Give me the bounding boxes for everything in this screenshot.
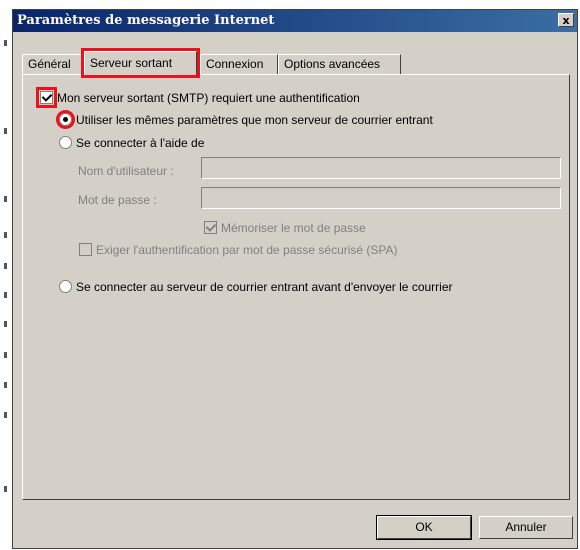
background-text-fragment xyxy=(4,292,7,298)
tab-outgoing-server[interactable]: Serveur sortant xyxy=(81,48,200,78)
close-icon: x xyxy=(562,14,570,27)
username-label: Nom d'utilisateur : xyxy=(78,164,174,178)
same-settings-label: Utiliser les mêmes paramètres que mon se… xyxy=(76,112,433,127)
tab-advanced-label: Options avancées xyxy=(284,57,381,71)
smtp-auth-checkbox[interactable] xyxy=(36,87,57,109)
tab-outgoing-server-label: Serveur sortant xyxy=(90,56,173,70)
spa-row[interactable]: Exiger l'authentification par mot de pas… xyxy=(79,242,398,257)
dialog-title: Paramètres de messagerie Internet xyxy=(17,13,275,28)
background-text-fragment xyxy=(4,412,7,418)
smtp-auth-label: Mon serveur sortant (SMTP) requiert une … xyxy=(57,90,360,105)
background-text-fragment xyxy=(4,352,7,358)
password-label: Mot de passe : xyxy=(78,193,157,207)
log-on-using-radio[interactable] xyxy=(59,136,72,150)
background-text-fragment xyxy=(4,128,7,134)
tab-general[interactable]: Général xyxy=(22,54,84,74)
background-text-fragment xyxy=(4,382,7,388)
log-on-using-label: Se connecter à l'aide de xyxy=(76,135,205,150)
spa-checkbox[interactable] xyxy=(79,243,92,257)
remember-password-checkbox[interactable] xyxy=(204,221,217,235)
username-field[interactable] xyxy=(201,157,561,179)
log-on-using-row[interactable]: Se connecter à l'aide de xyxy=(59,135,204,150)
background-text-fragment xyxy=(4,40,7,46)
remember-password-row[interactable]: Mémoriser le mot de passe xyxy=(204,220,366,235)
background-text-fragment xyxy=(4,196,7,202)
tab-connection-label: Connexion xyxy=(206,57,264,71)
spa-label: Exiger l'authentification par mot de pas… xyxy=(96,242,398,257)
cancel-button[interactable]: Annuler xyxy=(479,516,573,539)
dialog-titlebar[interactable]: Paramètres de messagerie Internet x xyxy=(13,10,577,32)
smtp-auth-row[interactable]: Mon serveur sortant (SMTP) requiert une … xyxy=(36,87,360,109)
tab-connection[interactable]: Connexion xyxy=(200,54,278,74)
background-text-fragment xyxy=(4,321,7,327)
close-button[interactable]: x xyxy=(558,13,574,27)
log-on-incoming-first-radio[interactable] xyxy=(59,280,72,294)
password-field[interactable] xyxy=(201,187,561,209)
background-window-edge xyxy=(0,0,12,550)
outgoing-server-panel: Mon serveur sortant (SMTP) requiert une … xyxy=(22,74,570,500)
tab-general-label: Général xyxy=(28,57,71,71)
background-text-fragment xyxy=(4,263,7,269)
internet-email-settings-dialog: Paramètres de messagerie Internet x Géné… xyxy=(12,9,578,549)
background-text-fragment xyxy=(4,232,7,238)
background-text-fragment xyxy=(4,486,7,492)
same-settings-radio[interactable] xyxy=(56,110,75,130)
tab-advanced[interactable]: Options avancées xyxy=(278,54,401,74)
same-settings-row[interactable]: Utiliser les mêmes paramètres que mon se… xyxy=(56,110,433,130)
log-on-incoming-first-row[interactable]: Se connecter au serveur de courrier entr… xyxy=(59,279,453,294)
ok-button[interactable]: OK xyxy=(376,515,472,540)
remember-password-label: Mémoriser le mot de passe xyxy=(221,220,366,235)
log-on-incoming-first-label: Se connecter au serveur de courrier entr… xyxy=(76,279,453,294)
